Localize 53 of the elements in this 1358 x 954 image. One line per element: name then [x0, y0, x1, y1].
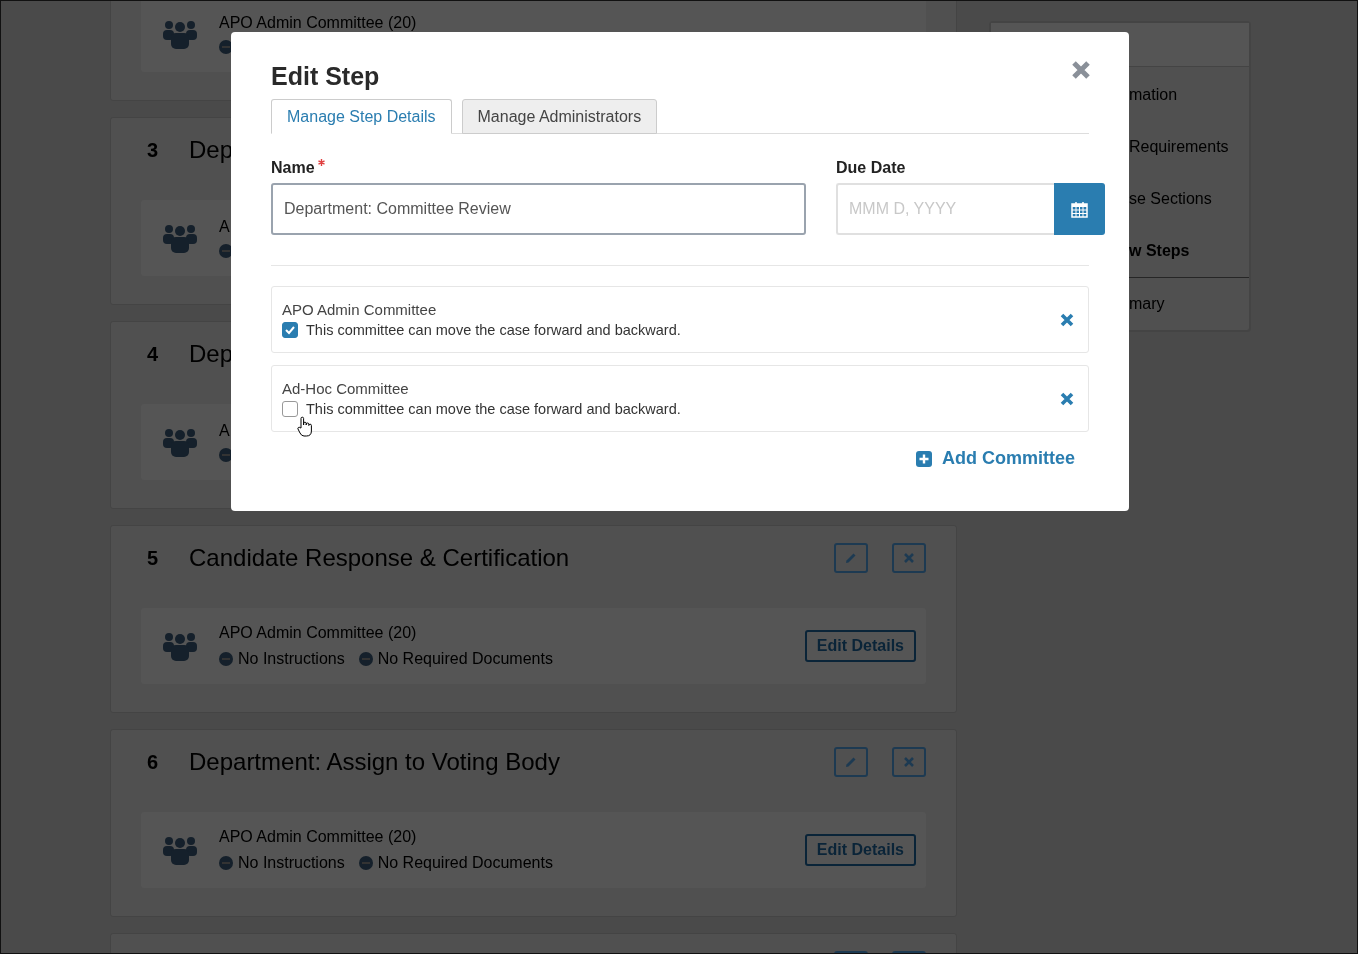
field-label: Due Date: [836, 159, 907, 177]
checkbox[interactable]: [282, 401, 298, 417]
tab[interactable]: Manage Administrators: [461, 99, 658, 134]
calendar-button[interactable]: [1054, 183, 1105, 235]
step-number: 4: [147, 342, 160, 366]
group-icon: [163, 631, 197, 661]
step-title: Dep: [189, 136, 234, 164]
committee-name: APO Admin Committee: [282, 301, 438, 318]
calendar-icon: [1071, 200, 1088, 218]
checkbox-label: This committee can move the case forward and backward.: [306, 322, 681, 338]
close-icon: [904, 757, 914, 767]
committee-name: A: [219, 422, 231, 440]
committee-name: APO Admin Committee (20): [219, 624, 418, 642]
minus-icon: [219, 652, 233, 666]
committee-name: APO Admin Committee (20): [219, 14, 417, 32]
group-icon: [163, 223, 197, 253]
add-committee-button[interactable]: Add Committee: [916, 448, 1075, 469]
group-icon: [163, 835, 197, 865]
close-icon: [1060, 391, 1074, 406]
checkbox-label: This committee can move the case forward and backward.: [306, 401, 681, 417]
plus-icon: [916, 450, 932, 467]
status-text: No Required Documents: [377, 854, 553, 872]
remove-button[interactable]: [1060, 312, 1074, 327]
status-text: No Required Documents: [377, 650, 553, 668]
step-title: Dep: [189, 340, 234, 368]
close-icon: [1071, 59, 1091, 80]
committee-name: A: [219, 218, 231, 236]
field-label: Name: [271, 159, 315, 177]
group-icon: [163, 19, 197, 49]
group-icon: [163, 427, 197, 457]
close-icon: [1060, 312, 1074, 327]
tab[interactable]: Manage Step Details: [271, 99, 452, 134]
close-icon: [904, 553, 914, 563]
remove-button[interactable]: [1060, 391, 1074, 406]
minus-icon: [219, 856, 233, 870]
committee-name: APO Admin Committee (20): [219, 828, 418, 846]
dialog-title: Edit Step: [271, 61, 380, 91]
checkbox[interactable]: [282, 322, 298, 338]
status-text: No Instructions: [238, 854, 345, 872]
minus-icon: [358, 652, 373, 666]
status-text: No Instructions: [238, 650, 345, 668]
pencil-icon: [845, 756, 857, 768]
pencil-icon: [845, 552, 857, 564]
name-field[interactable]: Department: Committee Review: [271, 183, 806, 235]
step-number: 6: [147, 750, 160, 774]
step-number: 3: [147, 138, 160, 162]
step-title: Candidate Response & Certification: [189, 544, 570, 572]
minus-icon: [358, 856, 373, 870]
step-number: 5: [147, 546, 160, 570]
hand-cursor-icon: [297, 416, 313, 438]
step-title: Department: Assign to Voting Body: [189, 748, 560, 776]
close-button[interactable]: [1071, 59, 1091, 80]
committee-name: Ad-Hoc Committee: [282, 380, 410, 397]
